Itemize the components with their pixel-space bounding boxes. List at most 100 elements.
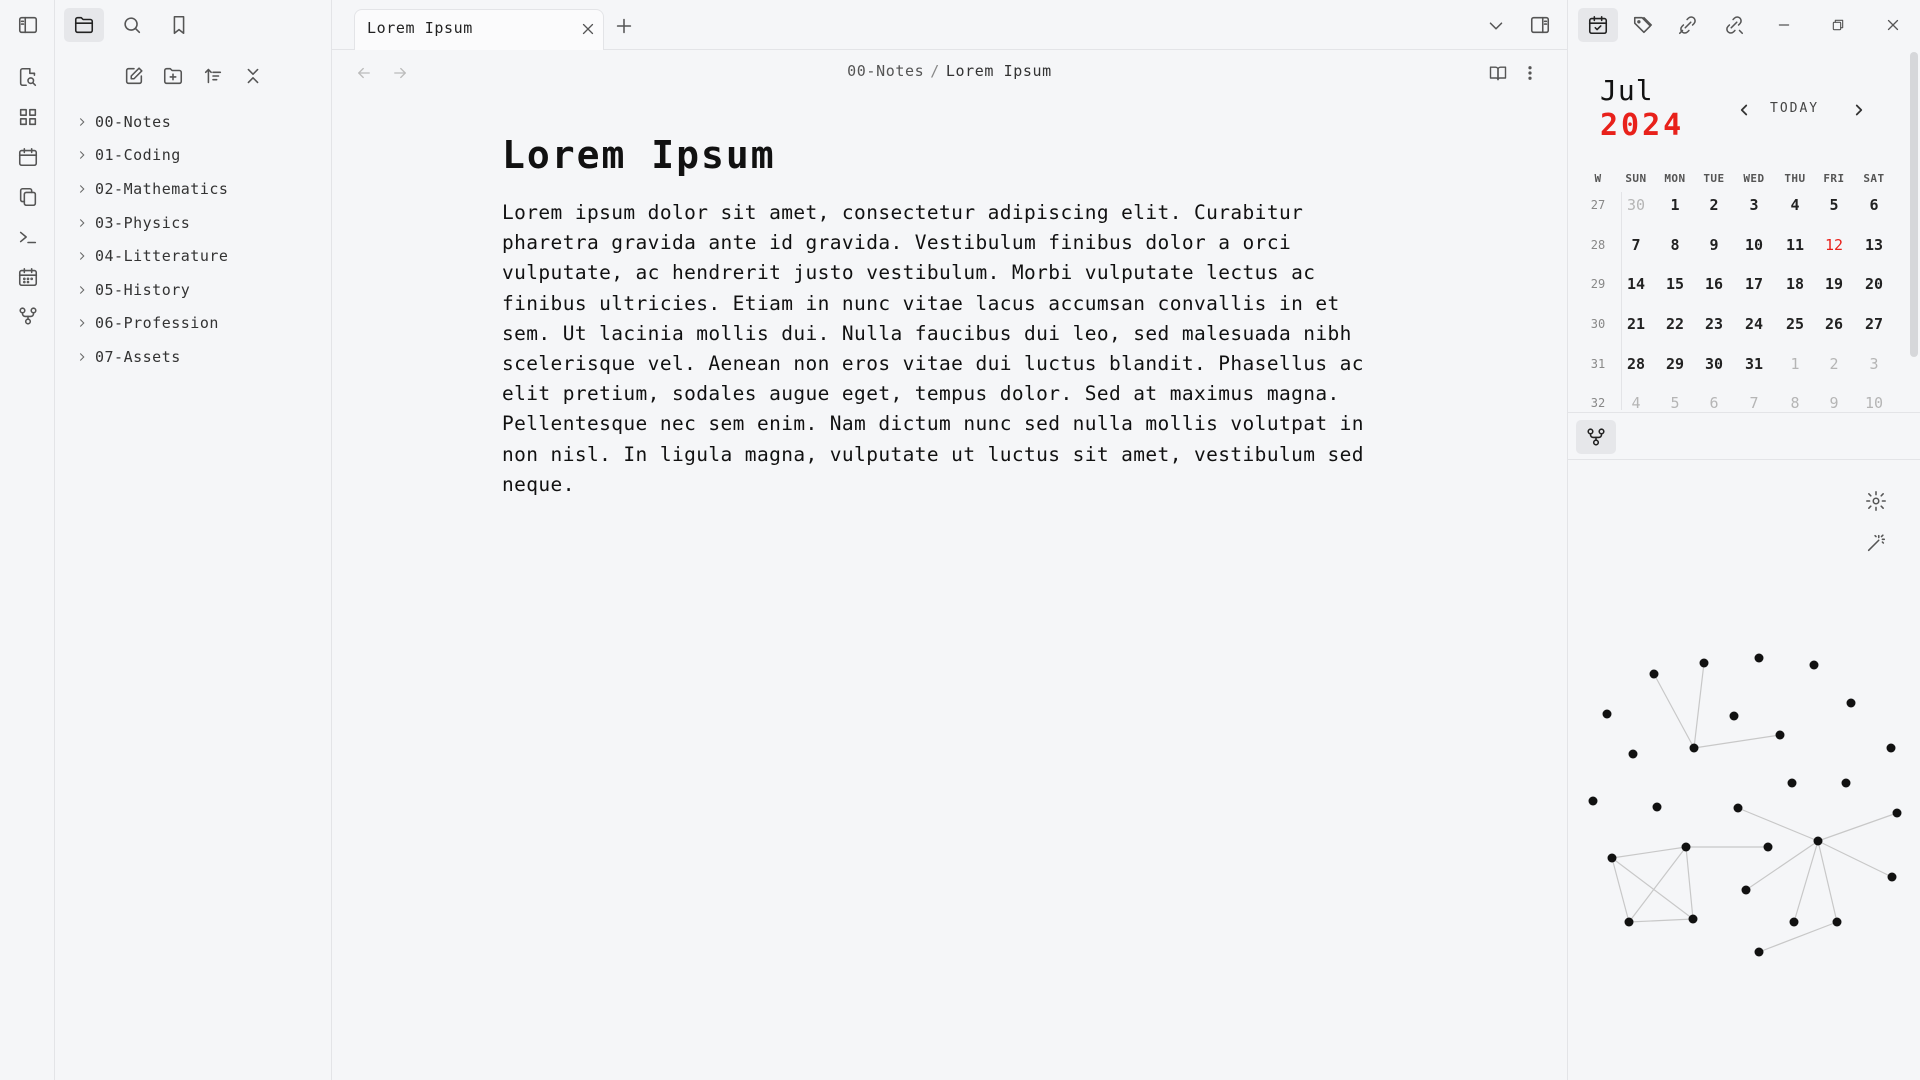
week-number: 30 xyxy=(1590,317,1606,331)
folder-item[interactable]: 04-Litterature xyxy=(75,241,228,271)
calendar-day[interactable]: 23 xyxy=(1696,315,1732,333)
breadcrumb-separator: / xyxy=(930,62,940,80)
calendar-day[interactable]: 4 xyxy=(1618,394,1654,412)
chevron-down-icon[interactable] xyxy=(1480,9,1512,43)
folder-item[interactable]: 01-Coding xyxy=(75,140,181,170)
new-folder-icon[interactable] xyxy=(153,59,193,93)
collapse-all-icon[interactable] xyxy=(233,59,273,93)
calendar-day[interactable]: 30 xyxy=(1696,355,1732,373)
previous-month-icon[interactable] xyxy=(1730,96,1758,124)
reading-view-icon[interactable] xyxy=(1482,56,1514,90)
calendar-day[interactable]: 20 xyxy=(1856,275,1892,293)
note-title[interactable]: Lorem Ipsum xyxy=(502,133,776,177)
more-options-icon[interactable] xyxy=(1518,56,1542,90)
today-button[interactable]: TODAY xyxy=(1770,101,1819,116)
calendar-day[interactable]: 1 xyxy=(1657,196,1693,214)
graph-settings-icon[interactable] xyxy=(1859,484,1893,518)
calendar-day-today[interactable]: 12 xyxy=(1816,236,1852,254)
calendar-day[interactable]: 22 xyxy=(1657,315,1693,333)
week-divider xyxy=(1621,192,1622,410)
sort-icon[interactable] xyxy=(193,59,233,93)
calendar-day[interactable]: 15 xyxy=(1657,275,1693,293)
calendar-day[interactable]: 29 xyxy=(1657,355,1693,373)
calendar-day[interactable]: 31 xyxy=(1736,355,1772,373)
calendar-day[interactable]: 9 xyxy=(1696,236,1732,254)
calendar-day[interactable]: 2 xyxy=(1696,196,1732,214)
left-ribbon xyxy=(0,0,55,1080)
new-tab-icon[interactable] xyxy=(608,9,640,43)
folder-item[interactable]: 00-Notes xyxy=(75,107,171,137)
calendar-day[interactable]: 13 xyxy=(1856,236,1892,254)
calendar-day[interactable]: 10 xyxy=(1856,394,1892,412)
calendar-day[interactable]: 18 xyxy=(1777,275,1813,293)
copy-files-icon[interactable] xyxy=(8,180,48,214)
breadcrumb-folder[interactable]: 00-Notes xyxy=(847,62,924,80)
calendar-day[interactable]: 7 xyxy=(1618,236,1654,254)
calendar-check-icon[interactable] xyxy=(1578,8,1618,42)
graph-view-icon[interactable] xyxy=(1576,420,1616,454)
tags-icon[interactable] xyxy=(1623,8,1663,42)
next-month-icon[interactable] xyxy=(1845,96,1873,124)
layout-grid-icon[interactable] xyxy=(8,100,48,134)
calendar-day[interactable]: 8 xyxy=(1657,236,1693,254)
search-icon[interactable] xyxy=(112,8,152,42)
calendar-day[interactable]: 11 xyxy=(1777,236,1813,254)
breadcrumb-file[interactable]: Lorem Ipsum xyxy=(946,62,1052,80)
calendar-day[interactable]: 3 xyxy=(1856,355,1892,373)
calendar-day[interactable]: 14 xyxy=(1618,275,1654,293)
bookmark-icon[interactable] xyxy=(159,8,199,42)
calendar-day[interactable]: 10 xyxy=(1736,236,1772,254)
git-fork-icon[interactable] xyxy=(8,299,48,333)
calendar-day[interactable]: 8 xyxy=(1777,394,1813,412)
calendar-day[interactable]: 5 xyxy=(1657,394,1693,412)
backlinks-icon[interactable] xyxy=(1668,8,1708,42)
calendar-day[interactable]: 25 xyxy=(1777,315,1813,333)
calendar-day[interactable]: 9 xyxy=(1816,394,1852,412)
tab-label: Lorem Ipsum xyxy=(367,19,473,37)
calendar-day[interactable]: 7 xyxy=(1736,394,1772,412)
close-window-icon[interactable] xyxy=(1873,8,1913,42)
calendar-day[interactable]: 6 xyxy=(1696,394,1732,412)
minimize-window-icon[interactable] xyxy=(1764,8,1804,42)
calendar-day[interactable]: 1 xyxy=(1777,355,1813,373)
folder-item[interactable]: 02-Mathematics xyxy=(75,174,228,204)
magic-wand-icon[interactable] xyxy=(1859,526,1893,560)
calendar-day[interactable]: 26 xyxy=(1816,315,1852,333)
toggle-left-sidebar-icon[interactable] xyxy=(8,8,48,42)
terminal-icon[interactable] xyxy=(8,220,48,254)
toggle-right-sidebar-icon[interactable] xyxy=(1520,8,1560,42)
folder-view-icon[interactable] xyxy=(64,8,104,42)
folder-label: 01-Coding xyxy=(95,146,181,164)
folder-item[interactable]: 07-Assets xyxy=(75,342,181,372)
week-number: 29 xyxy=(1590,277,1606,291)
calendar-day[interactable]: 5 xyxy=(1816,196,1852,214)
calendar-day[interactable]: 2 xyxy=(1816,355,1852,373)
calendar-day[interactable]: 4 xyxy=(1777,196,1813,214)
calendar-day[interactable]: 30 xyxy=(1618,196,1654,214)
folder-item[interactable]: 05-History xyxy=(75,275,190,305)
outgoing-links-icon[interactable] xyxy=(1714,8,1754,42)
calendar-day[interactable]: 24 xyxy=(1736,315,1772,333)
calendar-day[interactable]: 21 xyxy=(1618,315,1654,333)
calendar-day[interactable]: 16 xyxy=(1696,275,1732,293)
note-body[interactable]: Lorem ipsum dolor sit amet, consectetur … xyxy=(502,198,1372,500)
calendar-day[interactable]: 3 xyxy=(1736,196,1772,214)
calendar-day[interactable]: 19 xyxy=(1816,275,1852,293)
calendar-day[interactable]: 27 xyxy=(1856,315,1892,333)
calendar-day[interactable]: 28 xyxy=(1618,355,1654,373)
tab-lorem-ipsum[interactable]: Lorem Ipsum xyxy=(354,9,604,50)
file-search-icon[interactable] xyxy=(8,60,48,94)
close-tab-icon[interactable] xyxy=(575,16,601,42)
folder-item[interactable]: 03-Physics xyxy=(75,208,190,238)
restore-window-icon[interactable] xyxy=(1818,8,1858,42)
new-note-icon[interactable] xyxy=(114,59,154,93)
calendar-icon[interactable] xyxy=(8,140,48,174)
calendar-day[interactable]: 17 xyxy=(1736,275,1772,293)
calendar-scrollbar[interactable] xyxy=(1910,52,1918,357)
graph-view[interactable] xyxy=(1568,640,1920,980)
weekday-header: FRI xyxy=(1823,172,1845,185)
calendar-days-icon[interactable] xyxy=(8,260,48,294)
folder-item[interactable]: 06-Profession xyxy=(75,308,219,338)
folder-label: 04-Litterature xyxy=(95,247,229,265)
calendar-day[interactable]: 6 xyxy=(1856,196,1892,214)
